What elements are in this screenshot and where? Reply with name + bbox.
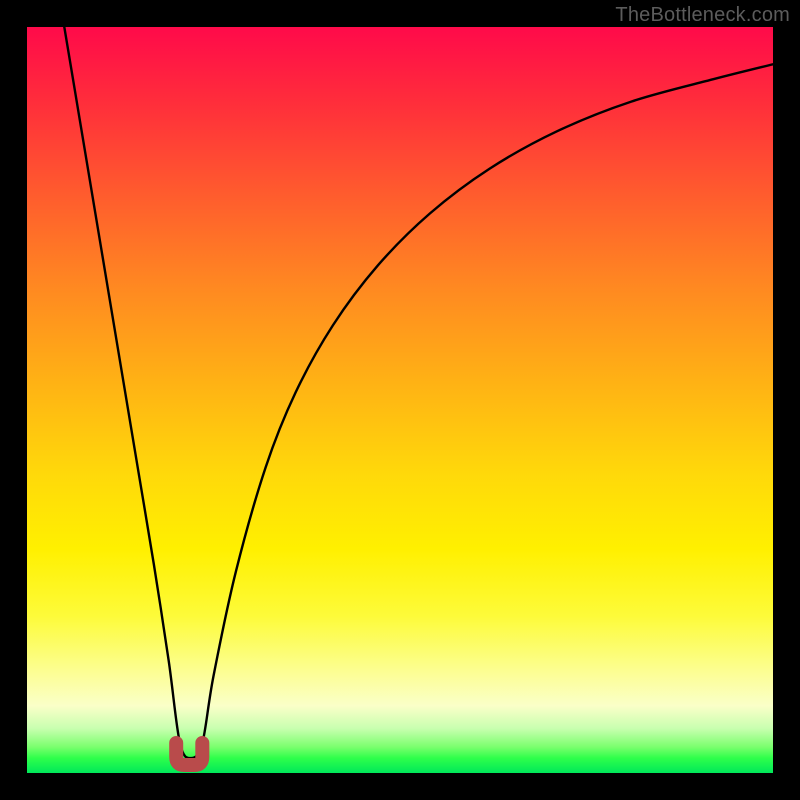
bottleneck-curve-svg — [27, 27, 773, 773]
chart-area — [27, 27, 773, 773]
watermark-text: TheBottleneck.com — [615, 4, 790, 27]
bottleneck-curve-path — [64, 27, 773, 758]
optimum-u-marker — [176, 743, 202, 765]
